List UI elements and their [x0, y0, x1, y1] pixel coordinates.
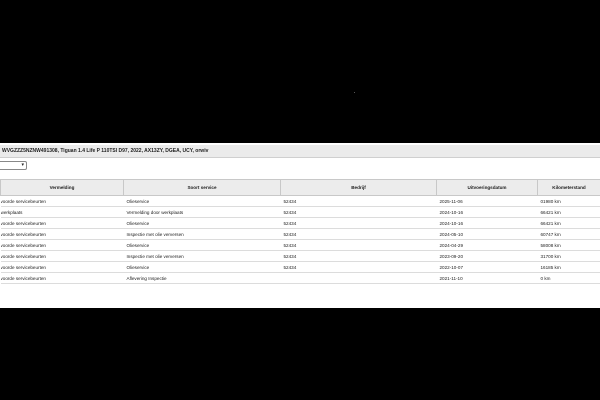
service-table: Vermelding Soort service Bedrijf Uitvoer…	[0, 179, 600, 284]
cell-vermelding: voorde servicebeurten	[0, 195, 124, 207]
cell-uitvoeringsdatum: 2024-10-16	[436, 206, 538, 218]
table-row[interactable]: werkplaats Vermelding door werkplaats 5243…	[0, 206, 600, 218]
vehicle-title: WVGZZZ5NZNW491308, Tiguan 1.4 Life P 110…	[0, 145, 600, 158]
cell-bedrijf: 52434	[280, 206, 437, 218]
cell-soort-service: Olieservice	[123, 239, 281, 251]
table-row[interactable]: voorde servicebeurten Olieservice 52434 202…	[0, 195, 600, 207]
cell-soort-service: Vermelding door werkplaats	[123, 206, 281, 218]
cell-uitvoeringsdatum: 2025-11-06	[436, 195, 538, 207]
cell-vermelding: voorde servicebeurten	[0, 261, 124, 273]
table-row[interactable]: voorde servicebeurten Olieservice 52434 202…	[0, 239, 600, 251]
cell-uitvoeringsdatum: 2021-11-10	[436, 272, 538, 284]
cell-kilometerstand: 16185 km	[537, 261, 600, 273]
column-header-soort-service[interactable]: Soort service	[123, 179, 281, 196]
cell-kilometerstand: 01980 km	[537, 195, 600, 207]
cell-kilometerstand: 66421 km	[537, 206, 600, 218]
table-row[interactable]: voorde servicebeurten Inspectie met olie …	[0, 228, 600, 240]
cell-bedrijf: 52434	[280, 261, 437, 273]
cell-vermelding: werkplaats	[0, 206, 124, 218]
table-row[interactable]: voorde servicebeurten Inspectie met olie …	[0, 250, 600, 262]
cell-bedrijf	[280, 272, 437, 284]
chevron-down-icon: ▾	[21, 162, 24, 168]
table-row[interactable]: voorde servicebeurten Olieservice 52434 202…	[0, 261, 600, 273]
cell-soort-service: Aflevering Inspectie	[123, 272, 281, 284]
cell-uitvoeringsdatum: 2024-05-10	[436, 228, 538, 240]
table-header-row: Vermelding Soort service Bedrijf Uitvoer…	[0, 179, 600, 196]
column-header-vermelding[interactable]: Vermelding	[0, 179, 124, 196]
column-header-bedrijf[interactable]: Bedrijf	[280, 179, 437, 196]
cell-uitvoeringsdatum: 2024-04-29	[436, 239, 538, 251]
cell-soort-service: Olieservice	[123, 217, 281, 229]
cell-bedrijf: 52434	[280, 195, 437, 207]
cell-soort-service: Inspectie met olie verversen	[123, 228, 281, 240]
column-header-uitvoeringsdatum[interactable]: Uitvoeringsdatum	[436, 179, 538, 196]
cell-soort-service: Olieservice	[123, 261, 281, 273]
cell-vermelding: voorde servicebeurten	[0, 250, 124, 262]
cell-soort-service: Olieservice	[123, 195, 281, 207]
cell-uitvoeringsdatum: 2022-10-07	[436, 261, 538, 273]
service-history-panel: WVGZZZ5NZNW491308, Tiguan 1.4 Life P 110…	[0, 143, 600, 308]
cell-kilometerstand: 58008 km	[537, 239, 600, 251]
cell-vermelding: voorde servicebeurten	[0, 272, 124, 284]
cell-bedrijf: 52434	[280, 250, 437, 262]
cell-bedrijf: 52434	[280, 228, 437, 240]
filter-select[interactable]: ▾	[0, 161, 27, 170]
cell-bedrijf: 52434	[280, 217, 437, 229]
column-header-kilometerstand[interactable]: Kilometerstand	[537, 179, 600, 196]
cell-uitvoeringsdatum: 2023-09-20	[436, 250, 538, 262]
cell-bedrijf: 52434	[280, 239, 437, 251]
cell-uitvoeringsdatum: 2024-10-16	[436, 217, 538, 229]
table-row[interactable]: voorde servicebeurten Aflevering Inspecti…	[0, 272, 600, 284]
cell-kilometerstand: 0 km	[537, 272, 600, 284]
table-row[interactable]: voorde servicebeurten Olieservice 52434 202…	[0, 217, 600, 229]
cell-kilometerstand: 66421 km	[537, 217, 600, 229]
screen-artifact-dot	[354, 92, 355, 93]
cell-soort-service: Inspectie met olie verversen	[123, 250, 281, 262]
cell-vermelding: voorde servicebeurten	[0, 217, 124, 229]
cell-vermelding: voorde servicebeurten	[0, 228, 124, 240]
cell-kilometerstand: 60747 km	[537, 228, 600, 240]
cell-kilometerstand: 31700 km	[537, 250, 600, 262]
cell-vermelding: voorde servicebeurten	[0, 239, 124, 251]
